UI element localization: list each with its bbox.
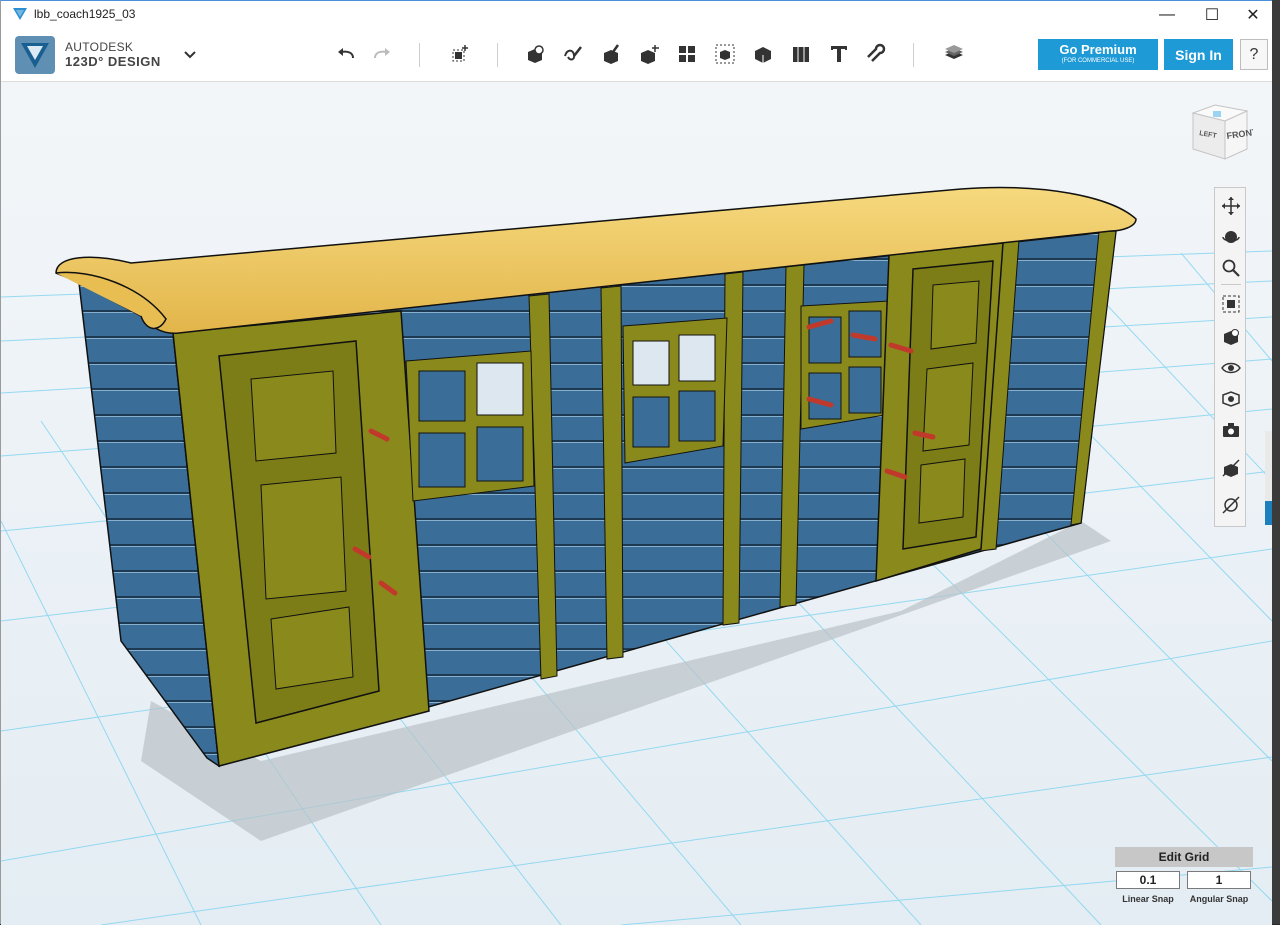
title-bar: lbb_coach1925_03 — ☐ ✕ bbox=[1, 1, 1272, 29]
window-pane bbox=[418, 432, 466, 488]
view-cube[interactable]: LEFT FRONT bbox=[1187, 99, 1253, 165]
screenshot-button[interactable] bbox=[1219, 418, 1243, 442]
pan-button[interactable] bbox=[1219, 194, 1243, 218]
app-menu-logo-icon[interactable] bbox=[15, 36, 55, 74]
door-panel bbox=[250, 370, 337, 462]
modify-button[interactable] bbox=[634, 39, 664, 69]
zoom-button[interactable] bbox=[1219, 256, 1243, 280]
grouping-button[interactable] bbox=[710, 39, 740, 69]
edit-grid-panel: Edit Grid 0.1 1 Linear Snap Angular Snap bbox=[1115, 847, 1253, 909]
hide-sketches-icon bbox=[1222, 459, 1240, 477]
window-title: lbb_coach1925_03 bbox=[34, 7, 136, 21]
sketch-button[interactable] bbox=[558, 39, 588, 69]
fit-icon bbox=[1222, 295, 1240, 313]
material-view-icon bbox=[1222, 391, 1240, 407]
redo-button[interactable] bbox=[367, 39, 397, 69]
hide-sketches-button[interactable] bbox=[1219, 456, 1243, 480]
door-panel bbox=[918, 458, 966, 524]
construct-icon bbox=[604, 44, 620, 64]
navigation-bar bbox=[1214, 187, 1246, 527]
pattern-icon bbox=[679, 46, 695, 62]
combine-icon bbox=[755, 47, 771, 63]
measure-button[interactable] bbox=[786, 39, 816, 69]
modify-icon bbox=[641, 45, 659, 64]
app-window: lbb_coach1925_03 — ☐ ✕ AUTODESK 123D° DE… bbox=[0, 0, 1273, 925]
text-icon bbox=[831, 46, 847, 62]
sign-in-button[interactable]: Sign In bbox=[1164, 39, 1233, 70]
pan-icon bbox=[1222, 197, 1240, 215]
edit-grid-button[interactable]: Edit Grid bbox=[1115, 847, 1253, 867]
view-mode-button[interactable] bbox=[1219, 325, 1243, 349]
desktop-background-edge bbox=[1272, 0, 1280, 924]
grouping-icon bbox=[715, 44, 735, 64]
undo-icon bbox=[338, 48, 354, 59]
window-pane bbox=[632, 396, 670, 448]
measure-icon bbox=[793, 47, 809, 62]
angular-snap-label: Angular Snap bbox=[1189, 894, 1249, 904]
snap-button[interactable] bbox=[862, 39, 892, 69]
close-button[interactable]: ✕ bbox=[1231, 1, 1275, 29]
material-icon bbox=[945, 45, 963, 59]
linear-snap-label: Linear Snap bbox=[1122, 894, 1174, 904]
window-pane bbox=[476, 362, 524, 416]
material-view-button[interactable] bbox=[1219, 387, 1243, 411]
primitives-button[interactable] bbox=[520, 39, 550, 69]
app-logo-icon bbox=[13, 8, 27, 20]
sketch-icon bbox=[564, 46, 582, 61]
zoom-icon bbox=[1222, 259, 1240, 277]
brand-product: 123D° DESIGN bbox=[65, 54, 161, 69]
undo-button[interactable] bbox=[331, 39, 361, 69]
transform-icon bbox=[452, 45, 468, 62]
combine-button[interactable] bbox=[748, 39, 778, 69]
help-button[interactable]: ? bbox=[1240, 39, 1268, 70]
window-pane bbox=[632, 340, 670, 386]
window-pane bbox=[678, 334, 716, 382]
window-pane bbox=[418, 370, 466, 422]
window-pane bbox=[476, 426, 524, 482]
visibility-button[interactable] bbox=[1219, 356, 1243, 380]
chevron-down-icon[interactable] bbox=[181, 45, 199, 63]
snap-icon bbox=[867, 43, 886, 62]
camera-icon bbox=[1223, 423, 1239, 437]
3d-viewport[interactable] bbox=[1, 82, 1272, 925]
orbit-button[interactable] bbox=[1219, 225, 1243, 249]
door-panel bbox=[260, 476, 347, 600]
hide-meshes-button[interactable] bbox=[1219, 493, 1243, 517]
brand-autodesk: AUTODESK bbox=[65, 40, 134, 54]
solid-view-icon bbox=[1224, 329, 1239, 345]
material-button[interactable] bbox=[939, 39, 969, 69]
go-premium-button[interactable]: Go Premium (FOR COMMERCIAL USE) bbox=[1038, 39, 1158, 70]
redo-icon bbox=[374, 48, 390, 59]
transform-button[interactable] bbox=[445, 39, 475, 69]
angular-snap-field[interactable]: 1 bbox=[1187, 871, 1251, 889]
window-pane bbox=[848, 366, 882, 414]
minimize-button[interactable]: — bbox=[1145, 1, 1189, 29]
scene-canvas[interactable] bbox=[1, 82, 1272, 925]
window-pane bbox=[678, 390, 716, 442]
window-pane bbox=[808, 372, 842, 420]
text-button[interactable] bbox=[824, 39, 854, 69]
door-panel bbox=[930, 280, 980, 350]
linear-snap-field[interactable]: 0.1 bbox=[1116, 871, 1180, 889]
construct-button[interactable] bbox=[596, 39, 626, 69]
eye-icon bbox=[1221, 362, 1241, 374]
main-toolbar: AUTODESK 123D° DESIGN Go Premium (FOR CO… bbox=[1, 29, 1272, 82]
pattern-button[interactable] bbox=[672, 39, 702, 69]
fit-button[interactable] bbox=[1219, 292, 1243, 316]
door-panel bbox=[270, 606, 354, 690]
primitives-icon bbox=[528, 45, 544, 63]
maximize-button[interactable]: ☐ bbox=[1190, 1, 1234, 29]
hide-meshes-icon bbox=[1222, 496, 1240, 514]
orbit-icon bbox=[1222, 231, 1240, 243]
